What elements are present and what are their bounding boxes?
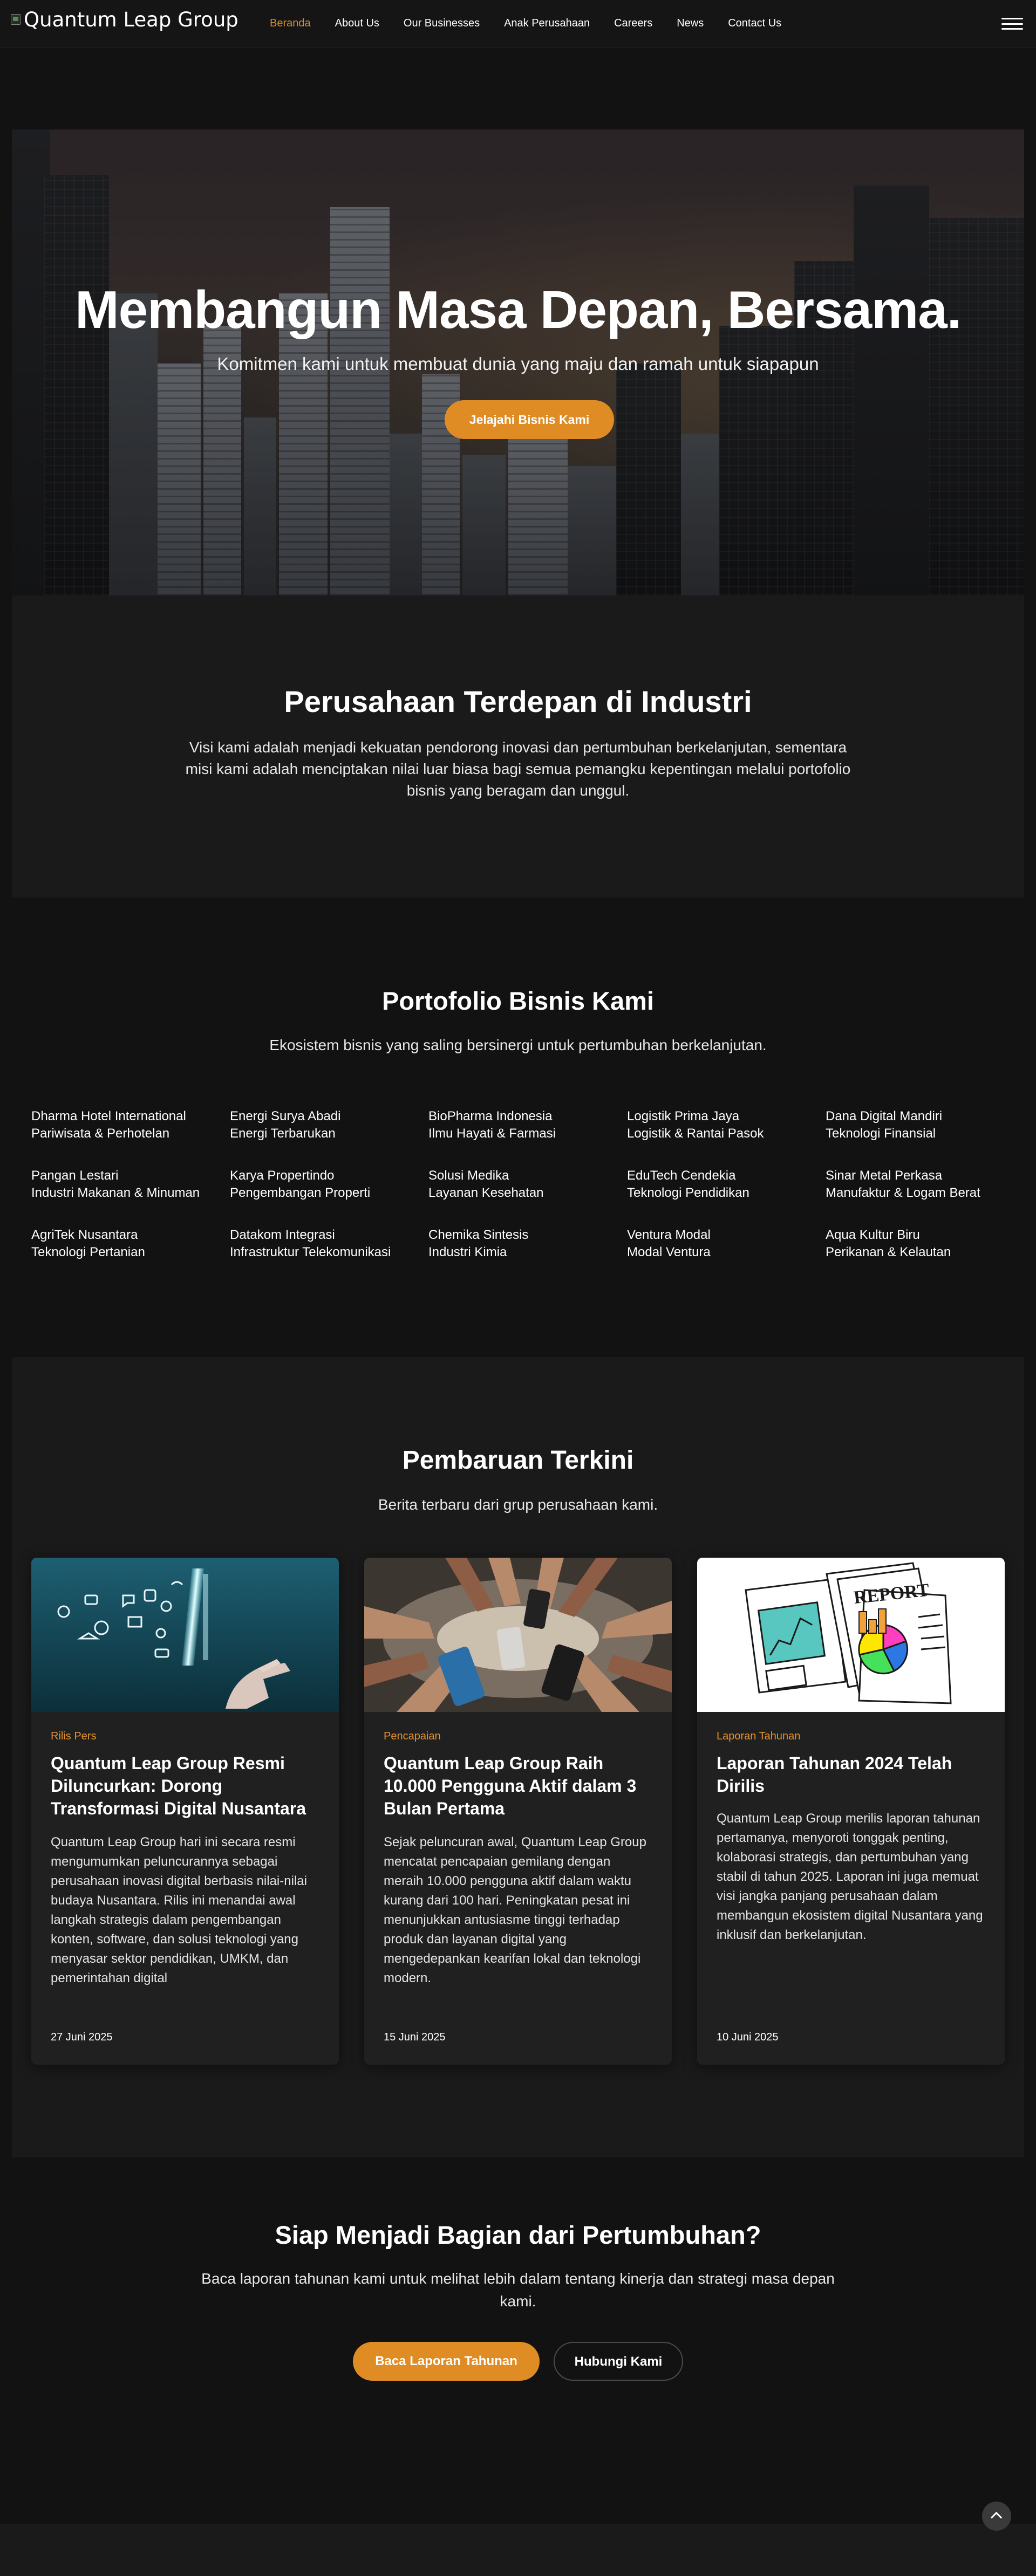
portfolio-title: Portofolio Bisnis Kami <box>382 986 654 1015</box>
cta-text: Baca laporan tahunan kami untuk melihat … <box>201 2270 835 2310</box>
portfolio-item-category: Pengembangan Properti <box>230 1186 371 1200</box>
portfolio-item-category: Ilmu Hayati & Farmasi <box>428 1126 556 1141</box>
portfolio-item[interactable]: Sinar Metal Perkasa Manufaktur & Logam Be… <box>826 1167 1024 1202</box>
news-card-title[interactable]: Quantum Leap Group Raih 10.000 Pengguna … <box>384 1752 653 1820</box>
portfolio-item-category: Layanan Kesehatan <box>428 1186 544 1200</box>
nav-link-our-businesses[interactable]: Our Businesses <box>404 17 480 30</box>
portfolio-item-name: Datakom Integrasi <box>230 1228 335 1242</box>
news-section: Pembaruan Terkini Berita terbaru dari gr… <box>12 1357 1024 2157</box>
portfolio-item[interactable]: Karya Propertindo Pengembangan Properti <box>230 1167 428 1202</box>
portfolio-item-name: AgriTek Nusantara <box>31 1228 138 1242</box>
news-card-body: Quantum Leap Group hari ini secara resmi… <box>51 1835 307 1985</box>
news-card-title[interactable]: Laporan Tahunan 2024 Telah Dirilis <box>717 1752 986 1797</box>
portfolio-item-category: Manufaktur & Logam Berat <box>826 1186 980 1200</box>
portfolio-item-category: Industri Kimia <box>428 1245 507 1259</box>
news-image-report: REPORT <box>697 1558 1005 1712</box>
scroll-to-top-icon[interactable] <box>982 2502 1011 2531</box>
portfolio-item-name: Ventura Modal <box>627 1228 711 1242</box>
portfolio-item[interactable]: Logistik Prima Jaya Logistik & Rantai Pas… <box>627 1108 826 1142</box>
footer <box>0 2524 1036 2576</box>
portfolio-item-category: Energi Terbarukan <box>230 1126 336 1141</box>
portfolio-item-name: Karya Propertindo <box>230 1168 335 1183</box>
hamburger-menu-icon[interactable] <box>1001 18 1023 30</box>
cta-section: Siap Menjadi Bagian dari Pertumbuhan? Ba… <box>0 2157 1036 2524</box>
news-category: Pencapaian <box>384 1730 441 1742</box>
portfolio-item-name: Dharma Hotel International <box>31 1109 186 1123</box>
news-card[interactable]: REPORT Laporan Tahunan Laporan Tahunan 2… <box>697 1558 1005 2065</box>
nav-link-about-us[interactable]: About Us <box>335 17 379 30</box>
top-navbar: Quantum Leap Group Beranda About Us Our … <box>0 0 1036 47</box>
hero-section: Membangun Masa Depan, Bersama. Komitmen … <box>12 129 1024 595</box>
portfolio-item[interactable]: Ventura Modal Modal Ventura <box>627 1227 826 1261</box>
news-image-digital-hand <box>31 1558 339 1712</box>
portfolio-item-name: Aqua Kultur Biru <box>826 1228 920 1242</box>
explore-business-button[interactable]: Jelajahi Bisnis Kami <box>445 400 614 439</box>
portfolio-item[interactable]: AgriTek Nusantara Teknologi Pertanian <box>31 1227 230 1261</box>
portfolio-item-name: Sinar Metal Perkasa <box>826 1168 943 1183</box>
portfolio-item-name: Pangan Lestari <box>31 1168 119 1183</box>
nav-link-contact-us[interactable]: Contact Us <box>728 17 781 30</box>
news-category: Rilis Pers <box>51 1730 97 1742</box>
news-title: Pembaruan Terkini <box>402 1446 634 1475</box>
news-date: 10 Juni 2025 <box>717 2031 779 2043</box>
portfolio-item[interactable]: Energi Surya Abadi Energi Terbarukan <box>230 1108 428 1142</box>
portfolio-item[interactable]: EduTech Cendekia Teknologi Pendidikan <box>627 1167 826 1202</box>
portfolio-item[interactable]: Pangan Lestari Industri Makanan & Minuman <box>31 1167 230 1202</box>
portfolio-item-name: Energi Surya Abadi <box>230 1109 341 1123</box>
news-date: 15 Juni 2025 <box>384 2031 446 2043</box>
about-title: Perusahaan Terdepan di Industri <box>284 684 752 718</box>
portfolio-item-name: Dana Digital Mandiri <box>826 1109 943 1123</box>
cta-title: Siap Menjadi Bagian dari Pertumbuhan? <box>275 2221 761 2249</box>
portfolio-item-category: Infrastruktur Telekomunikasi <box>230 1245 391 1259</box>
portfolio-item-name: Logistik Prima Jaya <box>627 1109 740 1123</box>
portfolio-item-category: Industri Makanan & Minuman <box>31 1186 200 1200</box>
news-card-body: Quantum Leap Group merilis laporan tahun… <box>717 1811 983 1942</box>
hero-title: Membangun Masa Depan, Bersama. <box>75 280 962 339</box>
news-subtitle: Berita terbaru dari grup perusahaan kami… <box>378 1496 658 1513</box>
portfolio-item-name: BioPharma Indonesia <box>428 1109 553 1123</box>
nav-link-beranda[interactable]: Beranda <box>270 17 311 30</box>
portfolio-item-name: Chemika Sintesis <box>428 1228 529 1242</box>
portfolio-item-category: Teknologi Pendidikan <box>627 1186 749 1200</box>
nav-link-anak-perusahaan[interactable]: Anak Perusahaan <box>504 17 590 30</box>
portfolio-item-name: Solusi Medika <box>428 1168 509 1183</box>
portfolio-grid: Dharma Hotel International Pariwisata & P… <box>31 1108 1024 1261</box>
news-card-title[interactable]: Quantum Leap Group Resmi Diluncurkan: Do… <box>51 1752 321 1820</box>
portfolio-item-category: Logistik & Rantai Pasok <box>627 1126 764 1141</box>
portfolio-item-category: Teknologi Finansial <box>826 1126 936 1141</box>
portfolio-item[interactable]: Solusi Medika Layanan Kesehatan <box>428 1167 627 1202</box>
portfolio-item[interactable]: BioPharma Indonesia Ilmu Hayati & Farmasi <box>428 1108 627 1142</box>
portfolio-item[interactable]: Chemika Sintesis Industri Kimia <box>428 1227 627 1261</box>
portfolio-item[interactable]: Aqua Kultur Biru Perikanan & Kelautan <box>826 1227 1024 1261</box>
portfolio-item-category: Modal Ventura <box>627 1245 711 1259</box>
main-menu: Beranda About Us Our Businesses Anak Per… <box>270 17 781 30</box>
portfolio-item[interactable]: Dana Digital Mandiri Teknologi Finansial <box>826 1108 1024 1142</box>
portfolio-section: Portofolio Bisnis Kami Ekosistem bisnis … <box>0 898 1036 1357</box>
hero-subtitle: Komitmen kami untuk membuat dunia yang m… <box>217 354 819 374</box>
portfolio-item-name: EduTech Cendekia <box>627 1168 736 1183</box>
portfolio-item[interactable]: Datakom Integrasi Infrastruktur Telekomun… <box>230 1227 428 1261</box>
logo-text: Quantum Leap Group <box>24 8 238 31</box>
nav-link-news[interactable]: News <box>677 17 704 30</box>
news-category: Laporan Tahunan <box>717 1730 801 1742</box>
about-text: Visi kami adalah menjadi kekuatan pendor… <box>185 739 851 799</box>
news-image-hands-phones <box>364 1558 672 1712</box>
portfolio-subtitle: Ekosistem bisnis yang saling bersinergi … <box>269 1037 767 1053</box>
news-card[interactable]: Pencapaian Quantum Leap Group Raih 10.00… <box>364 1558 672 2065</box>
contact-us-button[interactable]: Hubungi Kami <box>554 2342 683 2381</box>
portfolio-item-category: Perikanan & Kelautan <box>826 1245 951 1259</box>
news-card-body: Sejak peluncuran awal, Quantum Leap Grou… <box>384 1835 646 1985</box>
news-date: 27 Juni 2025 <box>51 2031 113 2043</box>
portfolio-item-category: Teknologi Pertanian <box>31 1245 145 1259</box>
portfolio-item-category: Pariwisata & Perhotelan <box>31 1126 170 1141</box>
read-annual-report-button[interactable]: Baca Laporan Tahunan <box>353 2342 540 2381</box>
about-section: Perusahaan Terdepan di Industri Visi kam… <box>12 595 1024 898</box>
broken-image-icon <box>11 14 21 25</box>
nav-link-careers[interactable]: Careers <box>614 17 652 30</box>
news-card[interactable]: Rilis Pers Quantum Leap Group Resmi Dilu… <box>31 1558 339 2065</box>
portfolio-item[interactable]: Dharma Hotel International Pariwisata & P… <box>31 1108 230 1142</box>
logo[interactable]: Quantum Leap Group <box>11 8 238 31</box>
